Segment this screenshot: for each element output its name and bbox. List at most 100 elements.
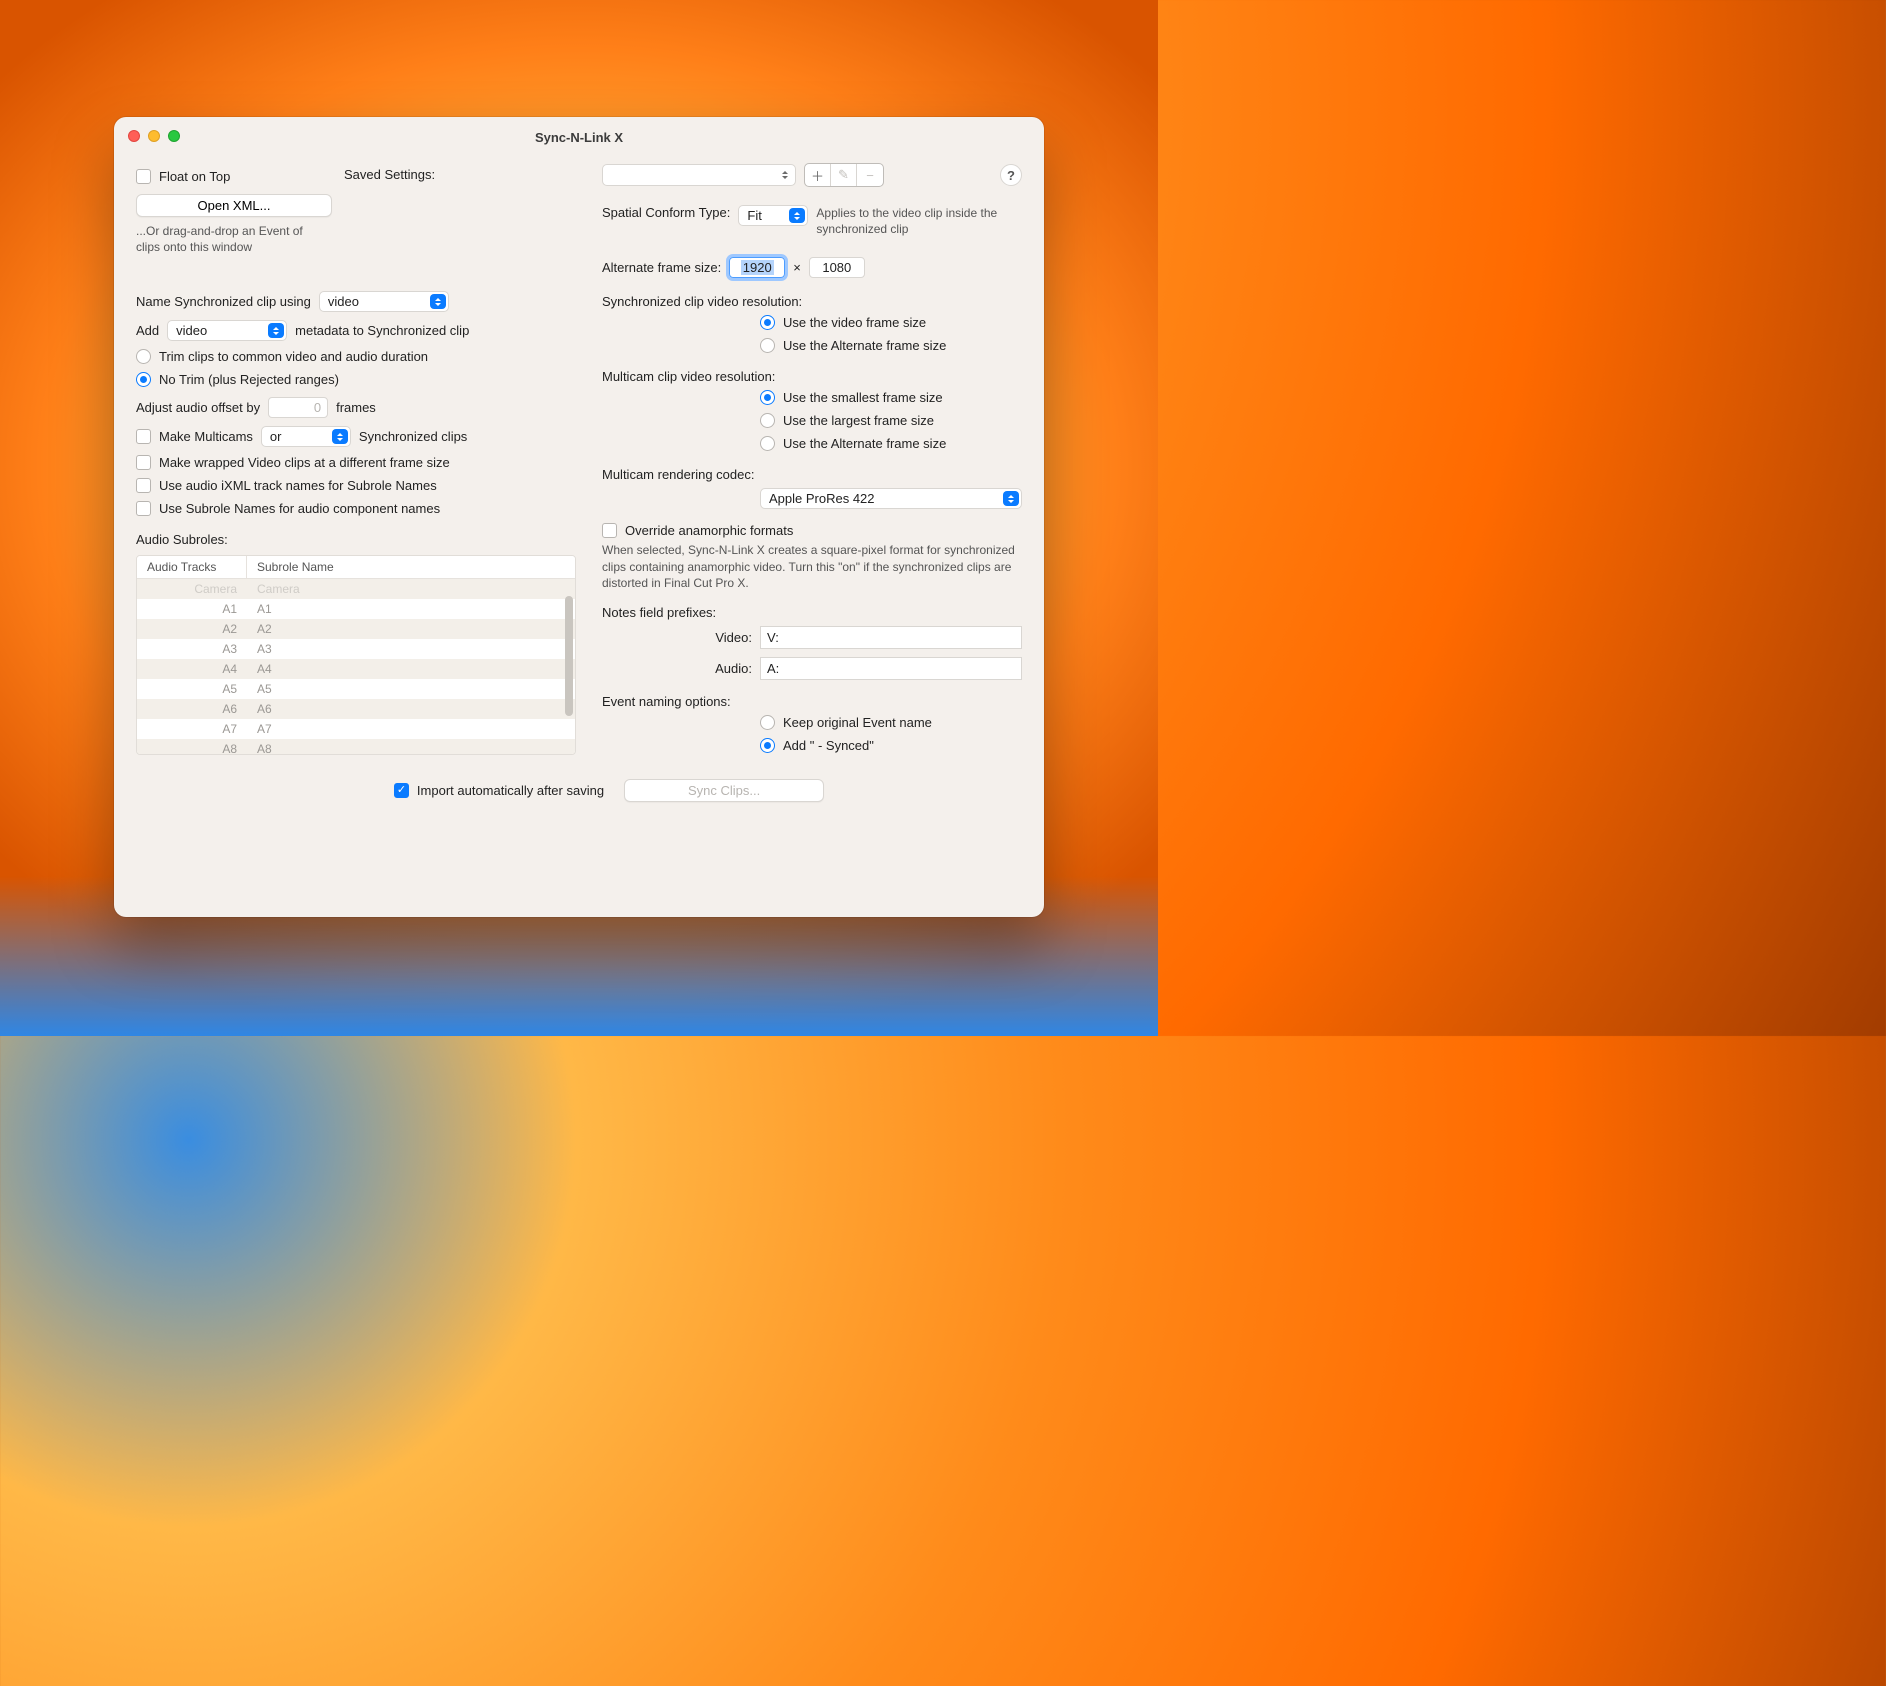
multi-res-largest-label: Use the largest frame size (783, 413, 934, 428)
saved-settings-label: Saved Settings: (344, 167, 435, 182)
table-cell: A1 (247, 599, 282, 619)
table-row[interactable]: A3A3 (137, 639, 575, 659)
table-row[interactable]: A5A5 (137, 679, 575, 699)
zoom-icon[interactable] (168, 130, 180, 142)
override-anamorphic-label: Override anamorphic formats (625, 523, 793, 538)
codec-value: Apple ProRes 422 (769, 491, 875, 506)
event-naming-label: Event naming options: (602, 694, 1022, 709)
override-anamorphic-checkbox[interactable] (602, 523, 617, 538)
multicam-mode-select[interactable]: or (261, 426, 351, 447)
no-trim-radio[interactable] (136, 372, 151, 387)
plus-icon: ＋ (811, 166, 824, 185)
alt-height-input[interactable]: 1080 (809, 257, 865, 278)
wrapped-video-checkbox[interactable] (136, 455, 151, 470)
spatial-value: Fit (747, 208, 761, 223)
ixml-checkbox[interactable] (136, 478, 151, 493)
window-title: Sync-N-Link X (535, 130, 623, 145)
saved-settings-select[interactable] (602, 164, 796, 186)
table-row[interactable]: A7A7 (137, 719, 575, 739)
titlebar: Sync-N-Link X (114, 117, 1044, 157)
multicam-mode-value: or (270, 429, 282, 444)
table-cell: A8 (247, 739, 282, 755)
chevron-updown-icon (332, 429, 348, 444)
event-synced-label: Add " - Synced" (783, 738, 874, 753)
multi-res-alt-label: Use the Alternate frame size (783, 436, 946, 451)
table-row[interactable]: A6A6 (137, 699, 575, 719)
audio-subroles-label: Audio Subroles: (136, 532, 576, 547)
codec-label: Multicam rendering codec: (602, 467, 1022, 482)
adjust-offset-suffix: frames (336, 400, 376, 415)
sync-res-alt-label: Use the Alternate frame size (783, 338, 946, 353)
add-metadata-value: video (176, 323, 207, 338)
sync-clips-label: Sync Clips... (688, 783, 760, 798)
saved-settings-seg: ＋ ✎ − (804, 163, 884, 187)
sync-clips-button[interactable]: Sync Clips... (624, 779, 824, 802)
close-icon[interactable] (128, 130, 140, 142)
name-sync-value: video (328, 294, 359, 309)
table-cell: A3 (137, 639, 247, 659)
minus-icon: − (866, 168, 874, 183)
table-cell: A1 (137, 599, 247, 619)
help-icon: ? (1007, 168, 1015, 183)
add-metadata-select[interactable]: video (167, 320, 287, 341)
subrole-component-checkbox[interactable] (136, 501, 151, 516)
codec-select[interactable]: Apple ProRes 422 (760, 488, 1022, 509)
table-cell: Camera (247, 579, 310, 599)
table-row[interactable]: A2A2 (137, 619, 575, 639)
table-cell: A7 (247, 719, 282, 739)
event-synced-radio[interactable] (760, 738, 775, 753)
table-cell: A5 (247, 679, 282, 699)
table-row[interactable]: A1A1 (137, 599, 575, 619)
trim-common-radio[interactable] (136, 349, 151, 364)
sync-res-alt-radio[interactable] (760, 338, 775, 353)
import-auto-checkbox[interactable] (394, 783, 409, 798)
name-sync-select[interactable]: video (319, 291, 449, 312)
spatial-hint: Applies to the video clip inside the syn… (816, 205, 1022, 237)
multi-res-smallest-radio[interactable] (760, 390, 775, 405)
alt-width-input[interactable]: 1920 (729, 257, 785, 278)
notes-audio-label: Audio: (602, 661, 752, 676)
trim-common-label: Trim clips to common video and audio dur… (159, 349, 428, 364)
adjust-offset-input[interactable]: 0 (268, 397, 328, 418)
table-cell: A8 (137, 739, 247, 755)
app-window: Sync-N-Link X Float on Top Open XML... .… (114, 117, 1044, 917)
multi-res-label: Multicam clip video resolution: (602, 369, 1022, 384)
multi-res-alt-radio[interactable] (760, 436, 775, 451)
make-multicams-checkbox[interactable] (136, 429, 151, 444)
times-label: × (793, 260, 801, 275)
pencil-icon: ✎ (838, 167, 849, 183)
chevron-updown-icon (430, 294, 446, 309)
table-row[interactable]: A4A4 (137, 659, 575, 679)
minimize-icon[interactable] (148, 130, 160, 142)
table-cell: A3 (247, 639, 282, 659)
table-header-tracks[interactable]: Audio Tracks (137, 556, 247, 578)
override-hint: When selected, Sync-N-Link X creates a s… (602, 542, 1022, 591)
open-xml-button[interactable]: Open XML... (136, 194, 332, 217)
float-on-top-checkbox[interactable] (136, 169, 151, 184)
table-cell: A2 (137, 619, 247, 639)
help-button[interactable]: ? (1000, 164, 1022, 186)
spatial-select[interactable]: Fit (738, 205, 808, 226)
spatial-label: Spatial Conform Type: (602, 205, 730, 220)
table-cell: A7 (137, 719, 247, 739)
notes-audio-input[interactable]: A: (760, 657, 1022, 680)
table-header-subrole[interactable]: Subrole Name (247, 556, 344, 578)
table-cell: Camera (137, 579, 247, 599)
table-row[interactable]: A8A8 (137, 739, 575, 755)
wrapped-video-label: Make wrapped Video clips at a different … (159, 455, 450, 470)
add-preset-button[interactable]: ＋ (805, 164, 831, 186)
subrole-component-label: Use Subrole Names for audio component na… (159, 501, 440, 516)
add-label: Add (136, 323, 159, 338)
sync-res-video-radio[interactable] (760, 315, 775, 330)
edit-preset-button[interactable]: ✎ (831, 164, 857, 186)
event-keep-radio[interactable] (760, 715, 775, 730)
table-scrollbar[interactable] (565, 596, 573, 748)
remove-preset-button[interactable]: − (857, 164, 883, 186)
table-cell: A6 (247, 699, 282, 719)
event-keep-label: Keep original Event name (783, 715, 932, 730)
audio-subroles-table: Audio Tracks Subrole Name CameraCameraA1… (136, 555, 576, 755)
chevron-updown-icon (268, 323, 284, 338)
chevron-updown-icon (789, 208, 805, 223)
multi-res-largest-radio[interactable] (760, 413, 775, 428)
notes-video-input[interactable]: V: (760, 626, 1022, 649)
